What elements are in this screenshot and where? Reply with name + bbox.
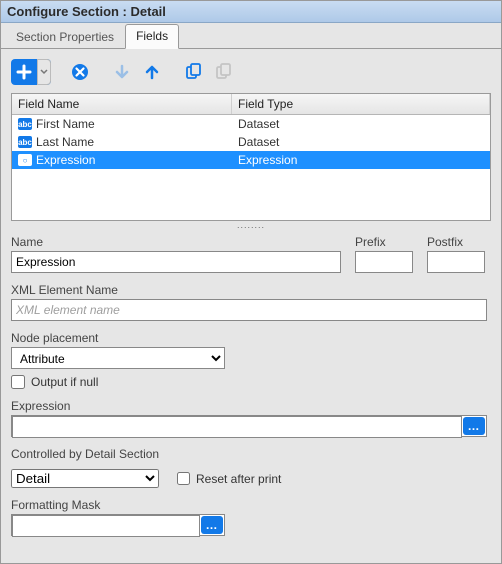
cell-name: Last Name (36, 135, 94, 149)
cell-name: Expression (36, 153, 95, 167)
splitter-handle[interactable]: ........ (11, 221, 491, 229)
tab-section-properties[interactable]: Section Properties (5, 25, 125, 49)
table-row[interactable]: abc First Name Dataset (12, 115, 490, 133)
arrow-up-icon (143, 63, 161, 81)
name-label: Name (11, 235, 341, 249)
name-input[interactable] (11, 251, 341, 273)
tab-strip: Section Properties Fields (1, 23, 501, 49)
cell-type: Dataset (232, 134, 490, 150)
node-placement-select[interactable]: Attribute (11, 347, 225, 369)
expression-label: Expression (11, 399, 491, 413)
panel-title: Configure Section : Detail (1, 1, 501, 23)
copy-icon (184, 62, 204, 82)
table-row[interactable]: ○ Expression Expression (12, 151, 490, 169)
table-row[interactable]: abc Last Name Dataset (12, 133, 490, 151)
paste-button (211, 59, 237, 85)
reset-after-print-label: Reset after print (196, 472, 281, 486)
tab-fields[interactable]: Fields (125, 24, 179, 49)
formatting-mask-input[interactable] (12, 515, 200, 537)
output-if-null-label: Output if null (31, 375, 98, 389)
add-field-dropdown[interactable] (37, 59, 51, 85)
expression-browse-button[interactable]: … (463, 417, 485, 435)
plus-icon (16, 64, 32, 80)
dataset-icon: abc (18, 118, 32, 130)
configure-section-panel: Configure Section : Detail Section Prope… (0, 0, 502, 564)
dataset-icon: abc (18, 136, 32, 148)
caret-down-icon (40, 68, 48, 76)
field-properties-form: Name Prefix Postfix XML Element Name Nod… (11, 229, 491, 536)
expression-icon: ○ (18, 154, 32, 166)
output-if-null-checkbox[interactable] (11, 375, 25, 389)
table-header: Field Name Field Type (12, 94, 490, 115)
move-down-button (109, 59, 135, 85)
ellipsis-icon: … (468, 419, 481, 433)
node-placement-label: Node placement (11, 331, 491, 345)
ellipsis-icon: … (206, 518, 219, 532)
arrow-down-icon (113, 63, 131, 81)
cell-type: Expression (232, 152, 490, 168)
move-up-button[interactable] (139, 59, 165, 85)
col-field-type[interactable]: Field Type (232, 94, 490, 114)
fields-toolbar (11, 57, 491, 93)
xml-element-input[interactable] (11, 299, 487, 321)
postfix-label: Postfix (427, 235, 485, 249)
cell-type: Dataset (232, 116, 490, 132)
prefix-label: Prefix (355, 235, 413, 249)
add-field-button[interactable] (11, 59, 37, 85)
controlled-by-select[interactable]: Detail (11, 469, 159, 488)
fields-table: Field Name Field Type abc First Name Dat… (11, 93, 491, 221)
xml-element-label: XML Element Name (11, 283, 491, 297)
formatting-mask-browse-button[interactable]: … (201, 516, 223, 534)
paste-icon (214, 62, 234, 82)
postfix-input[interactable] (427, 251, 485, 273)
prefix-input[interactable] (355, 251, 413, 273)
reset-after-print-checkbox[interactable] (177, 472, 190, 485)
add-button-group (11, 59, 51, 85)
cell-name: First Name (36, 117, 95, 131)
controlled-by-label: Controlled by Detail Section (11, 447, 491, 461)
col-field-name[interactable]: Field Name (12, 94, 232, 114)
formatting-mask-label: Formatting Mask (11, 498, 491, 512)
tab-body-fields: Field Name Field Type abc First Name Dat… (1, 49, 501, 548)
expression-input[interactable] (12, 416, 462, 438)
delete-button[interactable] (67, 59, 93, 85)
copy-button[interactable] (181, 59, 207, 85)
delete-icon (70, 62, 90, 82)
